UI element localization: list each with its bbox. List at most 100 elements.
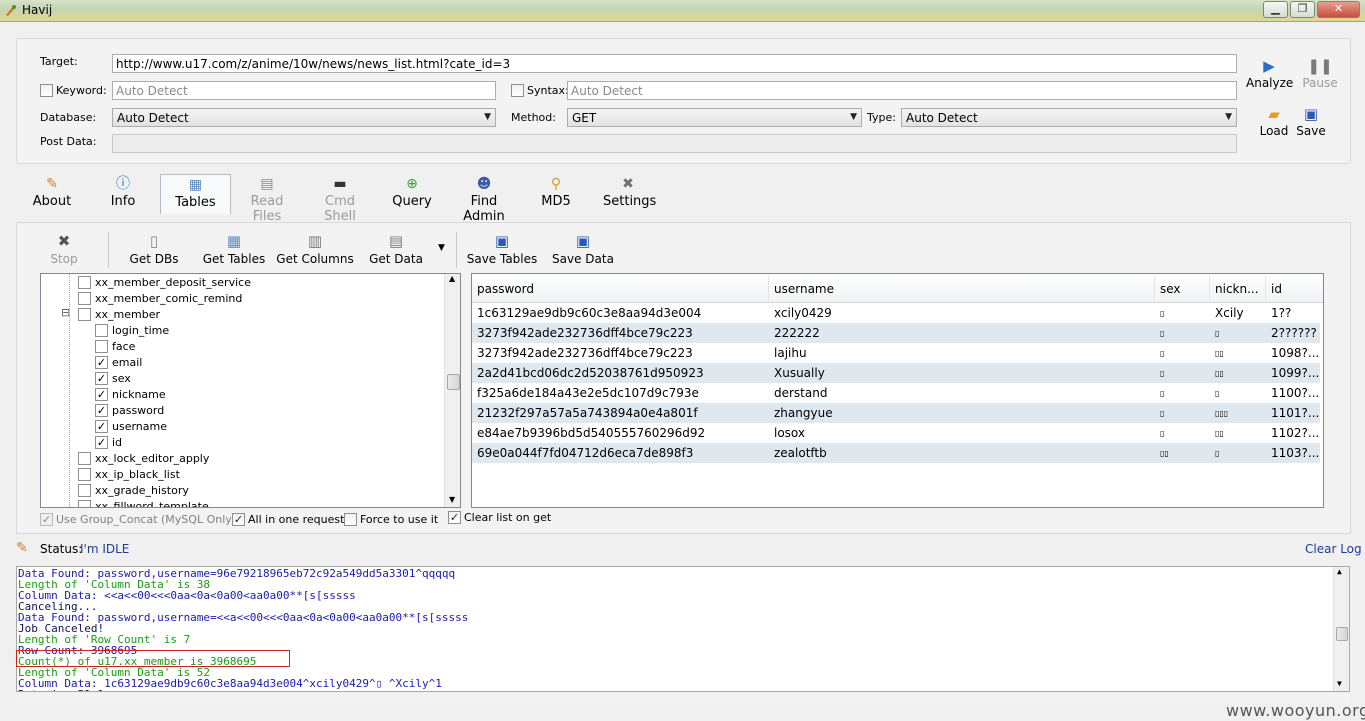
get-dbs-button[interactable]: ▯ Get DBs <box>126 230 182 266</box>
table-row[interactable]: 3273f942ade232736dff4bce79c223 222222 ▯ ▯ 2?… <box>472 323 1320 343</box>
column-divider[interactable] <box>1265 276 1266 301</box>
load-label: Load <box>1259 124 1289 138</box>
table-cell: ▯ <box>1215 449 1220 458</box>
table-cell: ▯▯ <box>1215 349 1224 358</box>
clear-list-checkbox[interactable] <box>448 511 461 524</box>
table-cell: 2a2d41bcd06dc2d52038761d950923 <box>477 366 704 380</box>
tree-item-checkbox[interactable] <box>78 500 91 507</box>
tree-item-checkbox[interactable] <box>95 388 108 401</box>
type-select[interactable]: Auto Detect ▼ <box>901 108 1237 127</box>
chevron-up-icon[interactable]: ▲ <box>449 274 455 283</box>
table-row[interactable]: 69e0a044f7fd04712d6eca7de898f3 zealotftb ▯… <box>472 443 1320 463</box>
log-line: Column Data: <<a<<00<<<0aa<0a<0a00<aa0a0… <box>18 589 356 602</box>
syntax-checkbox[interactable] <box>511 84 524 97</box>
all-in-one-checkbox[interactable] <box>232 513 245 526</box>
table-cell: 21232f297a57a5a743894a0e4a801f <box>477 406 698 420</box>
data-grid[interactable]: password username sex nickn... id 1c63129ae9… <box>471 273 1324 508</box>
tree-item-checkbox[interactable] <box>95 436 108 449</box>
tree-item-checkbox[interactable] <box>78 468 91 481</box>
table-row[interactable]: 2a2d41bcd06dc2d52038761d950923 Xusually ▯ ▯… <box>472 363 1320 383</box>
chevron-down-icon[interactable]: ▼ <box>1337 679 1342 688</box>
save-button[interactable]: ▣ Save <box>1293 104 1329 138</box>
type-select-value: Auto Detect <box>906 111 978 125</box>
keyword-checkbox[interactable] <box>40 84 53 97</box>
horizontal-scrollbar[interactable] <box>16 694 1350 704</box>
column-header[interactable]: username <box>774 282 834 296</box>
table-row[interactable]: e84ae7b9396bd5d540555760296d92 losox ▯ ▯▯ 11… <box>472 423 1320 443</box>
chevron-up-icon[interactable]: ▲ <box>1337 567 1342 576</box>
stop-button[interactable]: ✖ Stop <box>46 230 82 266</box>
tree-item-checkbox[interactable] <box>78 292 91 305</box>
tree-item-checkbox[interactable] <box>95 372 108 385</box>
tab-about[interactable]: ✎ About <box>28 174 76 214</box>
syntax-input[interactable]: Auto Detect <box>567 81 1237 100</box>
column-header[interactable]: id <box>1271 282 1282 296</box>
status-value: I'm IDLE <box>80 542 130 556</box>
column-header[interactable]: nickn... <box>1215 282 1259 296</box>
watermark: www.wooyun.org <box>1226 701 1365 720</box>
get-data-button[interactable]: ▤ Get Data <box>367 230 425 266</box>
tree-item-checkbox[interactable] <box>95 324 108 337</box>
table-cell: 1103?... <box>1271 446 1320 460</box>
tab-settings[interactable]: ✖ Settings <box>603 174 656 214</box>
maximize-button[interactable]: ❐ <box>1290 1 1315 18</box>
tab-info[interactable]: ⓘ Info <box>103 174 143 214</box>
column-divider[interactable] <box>1209 276 1210 301</box>
tree-item-checkbox[interactable] <box>95 340 108 353</box>
postdata-input[interactable] <box>112 134 1237 153</box>
tab-cmd-shell[interactable]: ▬ Cmd Shell <box>309 174 371 224</box>
tab-tables[interactable]: ▦ Tables <box>160 174 231 214</box>
database-select-value: Auto Detect <box>117 111 189 125</box>
column-divider[interactable] <box>768 276 769 301</box>
tab-query[interactable]: ⊕ Query <box>391 174 433 214</box>
pause-button[interactable]: ❚❚ Pause <box>1299 56 1341 90</box>
save-data-button[interactable]: ▣ Save Data <box>552 230 614 266</box>
tree-item-checkbox[interactable] <box>95 420 108 433</box>
tab-md5-label: MD5 <box>541 194 571 209</box>
close-button[interactable]: ✕ <box>1317 1 1360 18</box>
keyword-input[interactable]: Auto Detect <box>112 81 496 100</box>
load-button[interactable]: ▰ Load <box>1254 104 1294 138</box>
target-input[interactable]: http://www.u17.com/z/anime/10w/news/news… <box>112 54 1237 73</box>
tree-item-checkbox[interactable] <box>95 356 108 369</box>
wand-icon: ✎ <box>46 176 58 192</box>
tree-item-checkbox[interactable] <box>78 484 91 497</box>
minimize-button[interactable]: ▁ <box>1263 1 1288 18</box>
method-select[interactable]: GET ▼ <box>567 108 862 127</box>
table-cell: derstand <box>774 386 828 400</box>
chevron-down-icon[interactable]: ▼ <box>449 495 455 504</box>
column-divider[interactable] <box>1154 276 1155 301</box>
table-cell: 1?? <box>1271 306 1292 320</box>
group-concat-checkbox[interactable] <box>40 513 53 526</box>
tab-read-files[interactable]: ▤ Read Files <box>236 174 298 224</box>
scrollbar-thumb[interactable] <box>1336 627 1348 641</box>
log-scrollbar[interactable]: ▲ ▼ <box>1333 567 1349 691</box>
table-cell: 69e0a044f7fd04712d6eca7de898f3 <box>477 446 694 460</box>
table-row[interactable]: f325a6de184a43e2e5dc107d9c793e derstand ▯ ▯… <box>472 383 1320 403</box>
column-header[interactable]: sex <box>1160 282 1181 296</box>
log-output[interactable]: Retrying 51 1Column Data: 1c63129ae9db9c… <box>16 566 1350 692</box>
tree-item-checkbox[interactable] <box>78 276 91 289</box>
tree-item-checkbox[interactable] <box>95 404 108 417</box>
chevron-down-icon: ▼ <box>850 112 857 122</box>
havij-app-icon <box>4 4 17 17</box>
get-data-dropdown-icon[interactable]: ▼ <box>438 243 445 253</box>
table-row[interactable]: 3273f942ade232736dff4bce79c223 lajihu ▯ ▯▯ 1… <box>472 343 1320 363</box>
get-tables-button[interactable]: ▦ Get Tables <box>201 230 267 266</box>
column-header[interactable]: password <box>477 282 534 296</box>
get-columns-button[interactable]: ▥ Get Columns <box>276 230 354 266</box>
tab-find-admin[interactable]: ☻ Find Admin <box>449 174 519 224</box>
scrollbar-thumb[interactable] <box>447 374 460 390</box>
tree-item-checkbox[interactable] <box>78 308 91 321</box>
analyze-button[interactable]: ▶ Analyze <box>1246 56 1293 90</box>
force-checkbox[interactable] <box>344 513 357 526</box>
save-tables-button[interactable]: ▣ Save Tables <box>466 230 538 266</box>
table-row[interactable]: 1c63129ae9db9c60c3e8aa94d3e004 xcily0429 ▯… <box>472 303 1320 323</box>
tree-scrollbar[interactable]: ▲ ▼ <box>444 274 460 507</box>
clear-log-link[interactable]: Clear Log <box>1305 542 1362 556</box>
tables-tree[interactable]: xx_member_deposit_service xx_member_comic… <box>40 273 461 508</box>
tab-md5[interactable]: ⚲ MD5 <box>539 174 573 214</box>
database-select[interactable]: Auto Detect ▼ <box>112 108 496 127</box>
table-row[interactable]: 21232f297a57a5a743894a0e4a801f zhangyue ▯ ▯… <box>472 403 1320 423</box>
tree-item-checkbox[interactable] <box>78 452 91 465</box>
